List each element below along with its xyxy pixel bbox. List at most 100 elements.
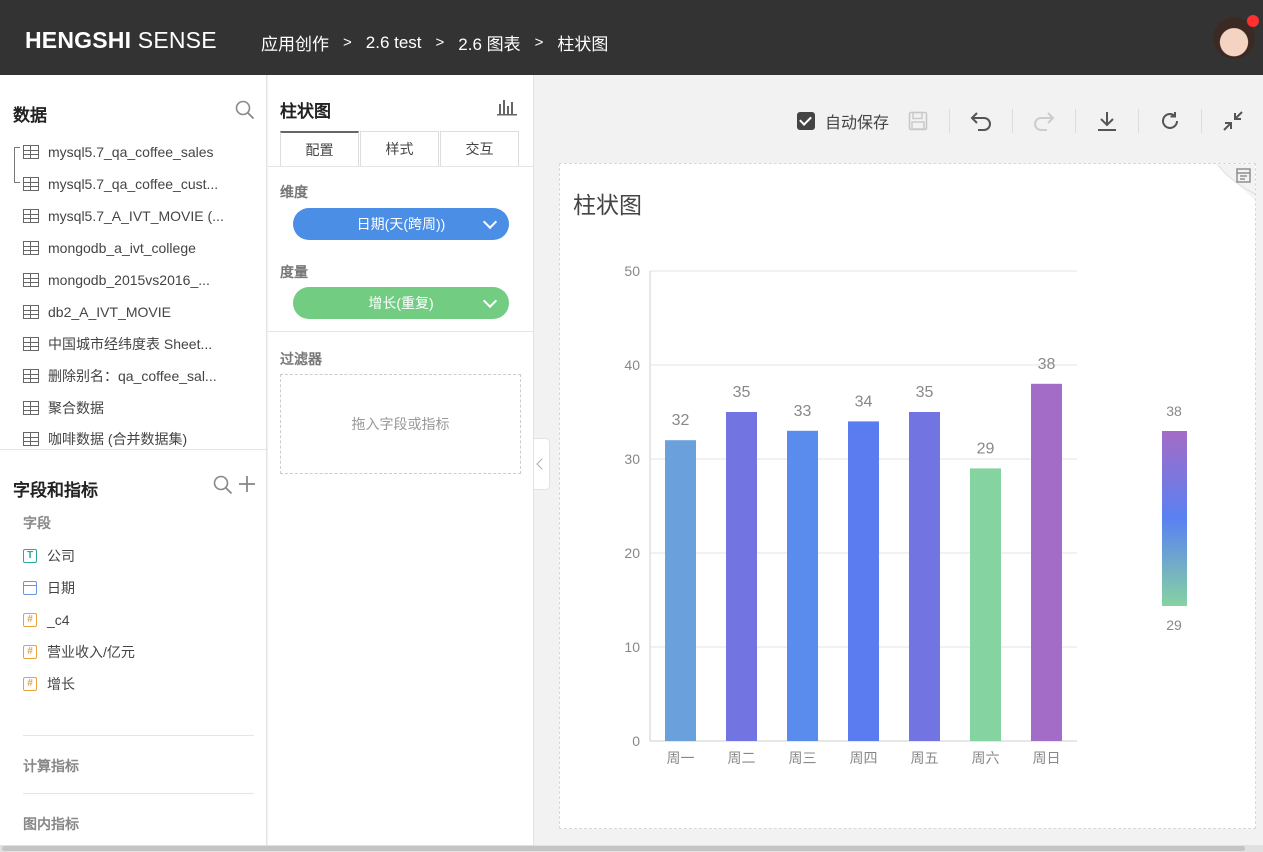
- x-tick-label: 周六: [972, 750, 1000, 766]
- calendar-icon: [23, 581, 37, 595]
- chevron-down-icon[interactable]: [482, 214, 498, 230]
- breadcrumb-item[interactable]: 应用创作: [261, 30, 329, 55]
- data-label: 33: [794, 403, 812, 420]
- table-icon: [23, 209, 39, 223]
- table-icon: [23, 432, 39, 446]
- refresh-icon[interactable]: [1153, 105, 1187, 137]
- dimension-pill[interactable]: 日期(天(跨周)): [293, 208, 509, 240]
- measure-pill[interactable]: 增长(重复): [293, 287, 509, 319]
- field-item[interactable]: 日期: [23, 577, 75, 599]
- bar-chart-icon[interactable]: [497, 98, 517, 121]
- section-divider: [23, 735, 254, 736]
- tab-config[interactable]: 配置: [280, 131, 359, 167]
- breadcrumb-item[interactable]: 2.6 test: [366, 33, 422, 53]
- dataset-item[interactable]: 删除别名：qa_coffee_sal...: [23, 365, 217, 387]
- y-tick-label: 0: [632, 733, 640, 749]
- x-tick-label: 周五: [911, 750, 939, 766]
- search-icon[interactable]: [213, 475, 233, 500]
- tab-style[interactable]: 样式: [360, 131, 439, 167]
- table-icon: [23, 305, 39, 319]
- collapse-panel-button[interactable]: [534, 438, 550, 490]
- tabs-divider: [268, 166, 534, 167]
- x-tick-label: 周日: [1033, 750, 1061, 766]
- calc-metrics-title[interactable]: 计算指标: [23, 756, 79, 776]
- dataset-item[interactable]: 聚合数据: [23, 397, 104, 419]
- app-logo[interactable]: HENGSHI SENSE: [25, 27, 217, 54]
- dataset-item[interactable]: 中国城市经纬度表 Sheet...: [23, 333, 212, 355]
- chevron-down-icon[interactable]: [482, 293, 498, 309]
- toolbar-separator: [1201, 109, 1203, 133]
- undo-icon[interactable]: [964, 105, 998, 137]
- filter-label: 过滤器: [280, 351, 322, 367]
- field-item[interactable]: # 增长: [23, 673, 75, 695]
- autosave-checkbox[interactable]: [797, 112, 815, 130]
- section-divider: [268, 331, 534, 332]
- bar: [1031, 383, 1062, 741]
- tab-interaction[interactable]: 交互: [440, 131, 519, 167]
- chart-card[interactable]: 柱状图 0 10 20 30 40 50 32 周一 35 周二 33 周三 34 周四 35 周五 29 周六 3…: [559, 163, 1256, 829]
- data-panel: 数据 mysql5.7_qa_coffee_sales mysql5.7_qa_…: [0, 75, 267, 852]
- field-item[interactable]: # _c4: [23, 609, 70, 631]
- measure-label: 度量: [280, 264, 308, 280]
- scrollbar-thumb[interactable]: [2, 846, 1245, 851]
- top-bar: HENGSHI SENSE 应用创作 > 2.6 test > 2.6 图表 >…: [0, 0, 1263, 75]
- autosave-label[interactable]: 自动保存: [825, 109, 889, 133]
- chart-metrics-title[interactable]: 图内指标: [23, 814, 79, 834]
- dataset-item[interactable]: mongodb_a_ivt_college: [23, 237, 196, 259]
- section-divider: [23, 793, 254, 794]
- avatar[interactable]: [1213, 15, 1259, 59]
- tree-connector: [14, 147, 20, 183]
- fields-subtitle: 字段: [23, 515, 51, 531]
- field-item[interactable]: # 营业收入/亿元: [23, 641, 135, 663]
- field-item[interactable]: T 公司: [23, 545, 75, 567]
- table-icon: [23, 273, 39, 287]
- toolbar-separator: [1075, 109, 1077, 133]
- config-panel: 柱状图 配置 样式 交互 维度 日期(天(跨周)) 度量 增长(重复) 过滤器 …: [268, 75, 550, 852]
- dimension-label: 维度: [280, 184, 308, 200]
- y-tick-label: 50: [624, 263, 640, 279]
- table-icon: [23, 369, 39, 383]
- save-icon[interactable]: [901, 105, 935, 137]
- dataset-item[interactable]: db2_A_IVT_MOVIE: [23, 301, 171, 323]
- horizontal-scrollbar[interactable]: [0, 845, 1263, 852]
- dataset-item[interactable]: mysql5.7_qa_coffee_cust...: [23, 173, 218, 195]
- breadcrumb-item[interactable]: 2.6 图表: [458, 30, 520, 55]
- y-tick-label: 40: [624, 357, 640, 373]
- search-icon[interactable]: [235, 100, 255, 125]
- breadcrumb-separator: >: [534, 34, 544, 51]
- breadcrumb-separator: >: [343, 34, 352, 51]
- dataset-item[interactable]: mysql5.7_A_IVT_MOVIE (...: [23, 205, 224, 227]
- dataset-item[interactable]: 咖啡数据 (合并数据集): [23, 428, 187, 450]
- x-tick-label: 周一: [667, 750, 695, 766]
- table-icon: [23, 401, 39, 415]
- redo-icon[interactable]: [1027, 105, 1061, 137]
- legend-min-label: 29: [1166, 617, 1182, 633]
- number-type-icon: #: [23, 677, 37, 691]
- y-tick-label: 10: [624, 639, 640, 655]
- download-icon[interactable]: [1090, 105, 1124, 137]
- data-label: 35: [733, 384, 751, 401]
- y-tick-label: 20: [624, 545, 640, 561]
- bar: [848, 421, 879, 741]
- table-icon: [23, 337, 39, 351]
- collapse-icon[interactable]: [1216, 105, 1250, 137]
- x-tick-label: 周二: [728, 750, 756, 766]
- number-type-icon: #: [23, 645, 37, 659]
- data-label: 29: [977, 440, 995, 457]
- panel-title: 柱状图: [280, 102, 331, 121]
- filter-drop-zone[interactable]: 拖入字段或指标: [280, 374, 521, 474]
- x-tick-label: 周四: [850, 750, 878, 766]
- toolbar-separator: [949, 109, 951, 133]
- notification-dot: [1247, 15, 1259, 27]
- x-tick-label: 周三: [789, 750, 817, 766]
- breadcrumb-current: 柱状图: [557, 35, 609, 54]
- data-label: 35: [916, 384, 934, 401]
- dataset-item[interactable]: mysql5.7_qa_coffee_sales: [23, 141, 214, 163]
- dataset-item[interactable]: mongodb_2015vs2016_...: [23, 269, 210, 291]
- config-tabs: 配置 样式 交互: [280, 131, 520, 167]
- data-label: 34: [855, 393, 873, 410]
- toolbar-separator: [1138, 109, 1140, 133]
- table-icon: [23, 145, 39, 159]
- data-label: 38: [1038, 356, 1056, 373]
- add-icon[interactable]: [238, 475, 256, 498]
